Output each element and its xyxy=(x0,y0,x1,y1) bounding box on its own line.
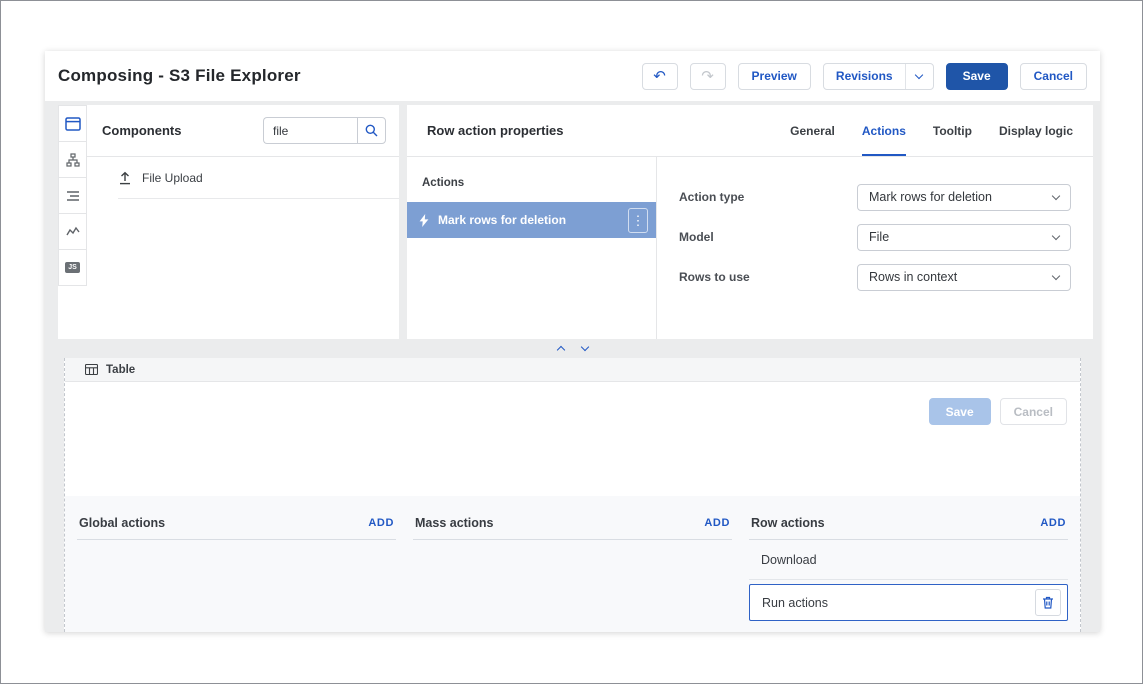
tab-general[interactable]: General xyxy=(790,105,835,156)
icon-rail: JS xyxy=(58,105,87,339)
preview-button[interactable]: Preview xyxy=(737,62,811,90)
rows-to-use-select[interactable]: Rows in context xyxy=(857,263,1071,291)
tabs: General Actions Tooltip Display logic xyxy=(790,105,1073,156)
column-header: Row actions ADD xyxy=(749,506,1068,540)
rail-item-structure[interactable] xyxy=(58,141,87,178)
chevron-down-icon xyxy=(580,342,589,352)
chevron-down-icon xyxy=(1051,231,1061,240)
chevron-down-icon xyxy=(914,70,924,79)
actions-list: Actions Mark rows for deletion ⋮ xyxy=(407,157,657,339)
redo-button[interactable]: ↷ xyxy=(689,62,726,90)
builder-window: Composing - S3 File Explorer ↶ ↷ Preview… xyxy=(45,51,1100,632)
redo-icon: ↷ xyxy=(701,68,714,85)
action-type-select[interactable]: Mark rows for deletion xyxy=(857,183,1071,211)
screenshot-frame: Composing - S3 File Explorer ↶ ↷ Preview… xyxy=(0,0,1143,684)
action-menu-button[interactable]: ⋮ xyxy=(628,207,648,233)
action-item-mark-rows-for-deletion[interactable]: Mark rows for deletion ⋮ xyxy=(407,202,656,238)
add-global-action-button[interactable]: ADD xyxy=(368,517,394,529)
table-cancel-button[interactable]: Cancel xyxy=(999,398,1067,425)
table-component-header[interactable]: Table xyxy=(65,358,1080,382)
form-row-action-type: Action type Mark rows for deletion xyxy=(679,177,1071,217)
tab-actions[interactable]: Actions xyxy=(862,105,906,156)
components-title: Components xyxy=(102,123,182,138)
tab-display-logic[interactable]: Display logic xyxy=(999,105,1073,156)
row-action-label: Run actions xyxy=(762,595,829,610)
table-actions-config: Global actions ADD Mass actions ADD Row … xyxy=(65,496,1080,632)
properties-panel: Row action properties General Actions To… xyxy=(407,105,1093,339)
table-save-button[interactable]: Save xyxy=(928,398,991,425)
panels-row: JS Components file File Upload Row actio… xyxy=(45,101,1100,339)
revisions-label[interactable]: Revisions xyxy=(824,64,905,89)
canvas: Table Save Cancel Global actions ADD Mas… xyxy=(45,358,1100,632)
add-mass-action-button[interactable]: ADD xyxy=(704,517,730,529)
collapse-down-button[interactable] xyxy=(580,342,589,352)
column-row-actions: Row actions ADD Download Run actions xyxy=(749,506,1068,632)
trash-icon xyxy=(1043,596,1053,609)
chevron-down-icon xyxy=(1051,191,1061,200)
search-icon xyxy=(365,124,378,137)
rail-item-chart[interactable] xyxy=(58,213,87,250)
page-title: Composing - S3 File Explorer xyxy=(58,66,301,85)
components-panel: Components File Upload xyxy=(87,105,399,339)
action-item-label: Mark rows for deletion xyxy=(438,213,567,227)
table-icon xyxy=(85,364,98,375)
component-search xyxy=(263,117,386,144)
delete-row-action-button[interactable] xyxy=(1035,589,1061,616)
chevron-down-icon xyxy=(1051,271,1061,280)
action-form: Action type Mark rows for deletion Model… xyxy=(657,157,1093,339)
component-item-file-upload[interactable]: File Upload xyxy=(87,157,399,198)
model-select[interactable]: File xyxy=(857,223,1071,251)
add-row-action-button[interactable]: ADD xyxy=(1040,517,1066,529)
table-form-buttons: Save Cancel xyxy=(928,398,1067,425)
rail-item-screens[interactable] xyxy=(58,105,87,142)
revisions-dropdown-button[interactable] xyxy=(906,64,933,89)
topbar-actions: ↶ ↷ Preview Revisions Save Cancel xyxy=(641,62,1087,90)
rows-to-use-label: Rows to use xyxy=(679,270,750,284)
list-icon xyxy=(66,190,79,201)
table-label: Table xyxy=(106,363,136,376)
canvas-preview: Table Save Cancel Global actions ADD Mas… xyxy=(64,358,1081,632)
chart-icon xyxy=(65,226,80,235)
components-header: Components xyxy=(87,105,399,157)
kebab-icon: ⋮ xyxy=(631,212,645,228)
component-search-input[interactable] xyxy=(263,117,357,144)
save-button[interactable]: Save xyxy=(945,62,1008,90)
lightning-icon xyxy=(419,213,429,227)
left-panel: JS Components file File Upload xyxy=(58,105,399,339)
actions-list-title: Actions xyxy=(422,177,465,189)
properties-title: Row action properties xyxy=(427,123,564,138)
screens-icon xyxy=(64,116,81,131)
undo-icon: ↶ xyxy=(653,68,666,85)
undo-button[interactable]: ↶ xyxy=(641,62,678,90)
properties-header: Row action properties General Actions To… xyxy=(407,105,1093,157)
revisions-button[interactable]: Revisions xyxy=(822,62,934,90)
js-icon: JS xyxy=(65,262,80,273)
tab-tooltip[interactable]: Tooltip xyxy=(933,105,972,156)
upload-icon xyxy=(120,171,130,184)
topbar: Composing - S3 File Explorer ↶ ↷ Preview… xyxy=(45,51,1100,101)
chevron-up-icon xyxy=(556,345,565,355)
rail-item-js[interactable]: JS xyxy=(58,249,87,286)
cancel-button[interactable]: Cancel xyxy=(1019,62,1087,90)
column-global-actions: Global actions ADD xyxy=(77,506,396,632)
collapse-up-button[interactable] xyxy=(556,344,565,355)
component-item-label: File Upload xyxy=(142,170,203,185)
form-row-rows-to-use: Rows to use Rows in context xyxy=(679,257,1071,297)
form-row-model: Model File xyxy=(679,217,1071,257)
row-action-item-run-actions[interactable]: Run actions xyxy=(749,584,1068,621)
hierarchy-icon xyxy=(65,152,80,167)
column-mass-actions: Mass actions ADD xyxy=(413,506,732,632)
panel-collapse-controls xyxy=(45,339,1100,358)
divider xyxy=(118,198,399,199)
column-header: Mass actions ADD xyxy=(413,506,732,540)
model-label: Model xyxy=(679,230,714,244)
rail-item-list[interactable] xyxy=(58,177,87,214)
search-button[interactable] xyxy=(357,117,386,144)
column-header: Global actions ADD xyxy=(77,506,396,540)
action-type-label: Action type xyxy=(679,190,745,204)
table-body-area: Save Cancel xyxy=(65,382,1080,496)
properties-body: Actions Mark rows for deletion ⋮ Action … xyxy=(407,157,1093,339)
row-action-item-download[interactable]: Download xyxy=(749,540,1068,580)
